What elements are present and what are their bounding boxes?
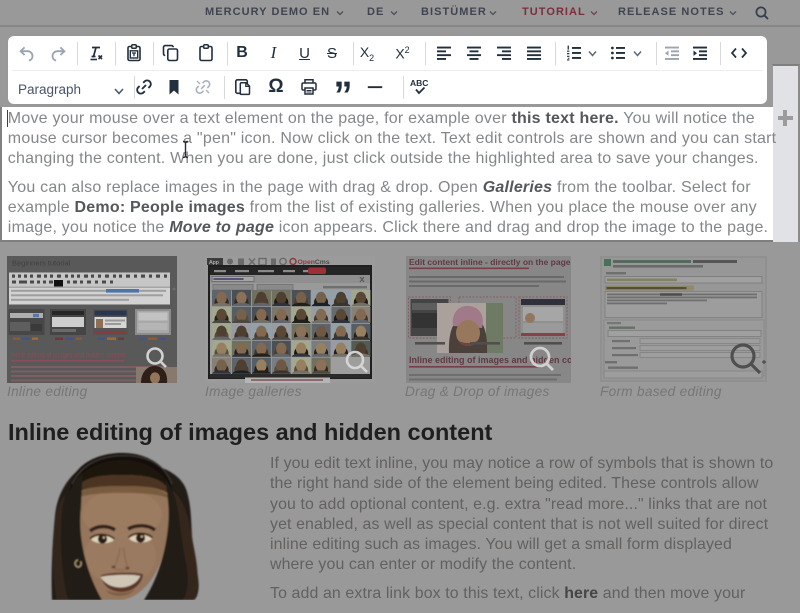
- svg-text:Edit content inline - directly: Edit content inline - directly on the pa…: [409, 257, 571, 267]
- svg-text:ABC: ABC: [410, 78, 428, 88]
- svg-text:OpenCms: OpenCms: [298, 259, 330, 266]
- svg-text:Inline editing of images and h: Inline editing of images and hidden cont…: [11, 350, 125, 359]
- svg-text:Beginners tutorial: Beginners tutorial: [12, 259, 71, 268]
